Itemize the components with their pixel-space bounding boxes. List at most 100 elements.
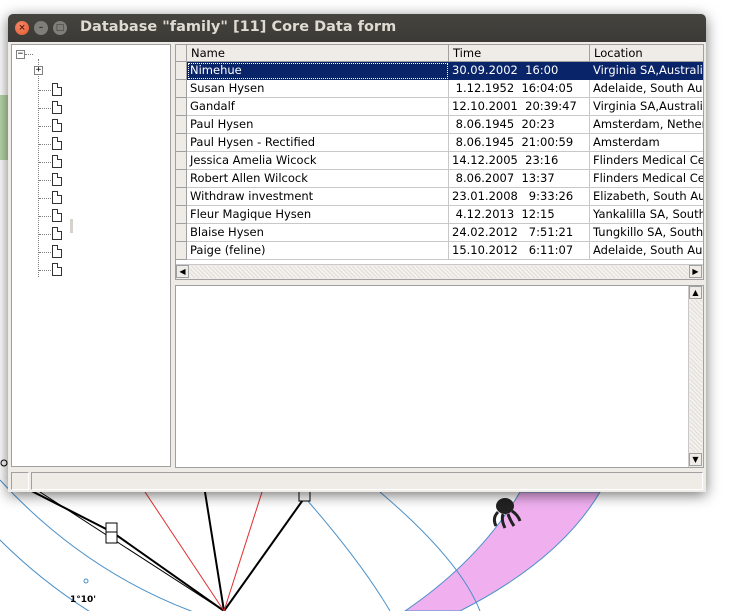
cell-location[interactable]: Flinders Medical Centre	[590, 170, 703, 188]
column-header-location[interactable]: Location	[590, 45, 703, 62]
column-header-time[interactable]: Time	[449, 45, 590, 62]
cell-time[interactable]: 23.01.2008 9:33:26	[449, 188, 590, 206]
scroll-down-button[interactable]: ▼	[689, 453, 702, 466]
table-row[interactable]: Paul Hysen - Rectified 8.06.1945 21:00:5…	[187, 134, 703, 152]
cell-time[interactable]: 12.10.2001 20:39:47	[449, 98, 590, 116]
row-indicator[interactable]	[176, 206, 187, 224]
document-icon	[52, 209, 62, 222]
row-indicator[interactable]	[176, 62, 187, 80]
maximize-button[interactable]: □	[53, 21, 67, 35]
status-panel-1	[11, 472, 29, 490]
core-data-form-window: × – □ Database "family" [11] Core Data f…	[8, 14, 706, 492]
table-row[interactable]: Paige (feline) 15.10.2012 6:11:07 Adelaide…	[187, 242, 703, 260]
table-row[interactable]: Nimehue 30.09.2002 16:00 Virginia SA,Austr…	[187, 62, 703, 80]
cell-time[interactable]: 8.06.1945 20:23	[449, 116, 590, 134]
cell-name[interactable]: Gandalf	[187, 98, 449, 116]
cell-location[interactable]: Adelaide, South Australia	[590, 80, 703, 98]
scroll-up-button[interactable]: ▲	[689, 286, 702, 299]
vertical-scroll-track[interactable]	[690, 300, 702, 452]
cell-name[interactable]: Fleur Magique Hysen	[187, 206, 449, 224]
tree-connector	[39, 216, 51, 217]
column-header-name[interactable]: Name	[187, 45, 449, 62]
row-indicator[interactable]	[176, 224, 187, 242]
table-row[interactable]: Fleur Magique Hysen 4.12.2013 12:15 Yanka…	[187, 206, 703, 224]
row-indicator[interactable]	[176, 170, 187, 188]
table-row[interactable]: Withdraw investment 23.01.2008 9:33:26 Eli…	[187, 188, 703, 206]
tree-connector	[25, 54, 33, 55]
cell-name[interactable]: Nimehue	[187, 62, 449, 80]
cell-time[interactable]: 14.12.2005 23:16	[449, 152, 590, 170]
tree-node-expand-toggle[interactable]: +	[34, 66, 43, 75]
document-icon	[52, 137, 62, 150]
cell-name[interactable]: Paul Hysen - Rectified	[187, 134, 449, 152]
cell-name[interactable]: Robert Allen Wilcock	[187, 170, 449, 188]
document-icon	[52, 227, 62, 240]
status-panel-2	[31, 472, 703, 490]
title-bar[interactable]: × – □ Database "family" [11] Core Data f…	[8, 14, 706, 42]
scroll-left-button[interactable]: ◀	[176, 265, 189, 278]
tree-connector	[39, 252, 51, 253]
records-grid[interactable]: Name Time Location Nimehue 30.09.2002 16:…	[175, 44, 704, 280]
red-aspect-line	[144, 491, 225, 611]
cell-location[interactable]: Adelaide, South Australia	[590, 242, 703, 260]
table-row[interactable]: Robert Allen Wilcock 8.06.2007 13:37 Flin…	[187, 170, 703, 188]
vertical-scrollbar[interactable]: ▲ ▼	[688, 286, 703, 467]
row-indicator[interactable]	[176, 116, 187, 134]
cell-name[interactable]: Susan Hysen	[187, 80, 449, 98]
cell-location[interactable]: Yankalilla SA, South Australia	[590, 206, 703, 224]
cell-time[interactable]: 4.12.2013 12:15	[449, 206, 590, 224]
tree-connector	[39, 234, 51, 235]
red-aspect-line	[223, 491, 263, 611]
table-row[interactable]: Blaise Hysen 24.02.2012 7:51:21 Tungkillo …	[187, 224, 703, 242]
cell-location[interactable]: Virginia SA,Australia	[590, 62, 703, 80]
cell-time[interactable]: 15.10.2012 6:11:07	[449, 242, 590, 260]
tree-connector	[39, 180, 51, 181]
row-indicator[interactable]	[176, 242, 187, 260]
cell-time[interactable]: 8.06.1945 21:00:59	[449, 134, 590, 152]
row-indicator[interactable]	[176, 134, 187, 152]
row-indicator[interactable]	[176, 80, 187, 98]
cell-name[interactable]: Withdraw investment	[187, 188, 449, 206]
planet-marker	[105, 531, 118, 544]
cell-name[interactable]: Blaise Hysen	[187, 224, 449, 242]
window-title: Database "family" [11] Core Data form	[80, 19, 397, 35]
cell-time[interactable]: 8.06.2007 13:37	[449, 170, 590, 188]
document-icon	[52, 83, 62, 96]
database-tree[interactable]: − +	[11, 44, 171, 467]
table-row[interactable]: Jessica Amelia Wicock 14.12.2005 23:16 Fli…	[187, 152, 703, 170]
cell-location[interactable]: Elizabeth, South Australia	[590, 188, 703, 206]
tree-connector	[38, 59, 39, 277]
scroll-right-button[interactable]: ▶	[689, 265, 702, 278]
table-row[interactable]: Paul Hysen 8.06.1945 20:23 Amsterdam, Net…	[187, 116, 703, 134]
cell-time[interactable]: 24.02.2012 7:51:21	[449, 224, 590, 242]
chart-marker	[0, 459, 8, 467]
cell-location[interactable]: Flinders Medical Centre	[590, 152, 703, 170]
cell-location[interactable]: Amsterdam, Netherlands	[590, 116, 703, 134]
minimize-button[interactable]: –	[34, 21, 48, 35]
cell-time[interactable]: 30.09.2002 16:00	[449, 62, 590, 80]
cell-location[interactable]: Amsterdam	[590, 134, 703, 152]
cell-location[interactable]: Virginia SA,Australia	[590, 98, 703, 116]
row-indicator[interactable]	[176, 98, 187, 116]
green-wedge	[0, 95, 8, 160]
cell-name[interactable]: Paul Hysen	[187, 116, 449, 134]
close-button[interactable]: ×	[15, 21, 29, 35]
notes-memo[interactable]: ▲ ▼	[175, 285, 704, 468]
tree-root-collapse-toggle[interactable]: −	[16, 50, 25, 59]
row-indicator[interactable]	[176, 188, 187, 206]
table-row[interactable]: Susan Hysen 1.12.1952 16:04:05 Adelaide, …	[187, 80, 703, 98]
cell-name[interactable]: Paige (feline)	[187, 242, 449, 260]
tree-connector	[39, 144, 51, 145]
aspect-line	[204, 491, 225, 611]
cell-name[interactable]: Jessica Amelia Wicock	[187, 152, 449, 170]
cell-time[interactable]: 1.12.1952 16:04:05	[449, 80, 590, 98]
horizontal-scrollbar[interactable]: ◀ ▶	[176, 264, 703, 279]
row-indicator[interactable]	[176, 152, 187, 170]
document-icon	[52, 155, 62, 168]
cell-location[interactable]: Tungkillo SA, South Australia	[590, 224, 703, 242]
horizontal-scroll-track[interactable]	[190, 266, 688, 278]
tree-scroll-mark	[70, 219, 73, 233]
table-row[interactable]: Gandalf 12.10.2001 20:39:47 Virginia SA,Au…	[187, 98, 703, 116]
document-icon	[52, 245, 62, 258]
ring-arc-middle	[299, 491, 391, 611]
